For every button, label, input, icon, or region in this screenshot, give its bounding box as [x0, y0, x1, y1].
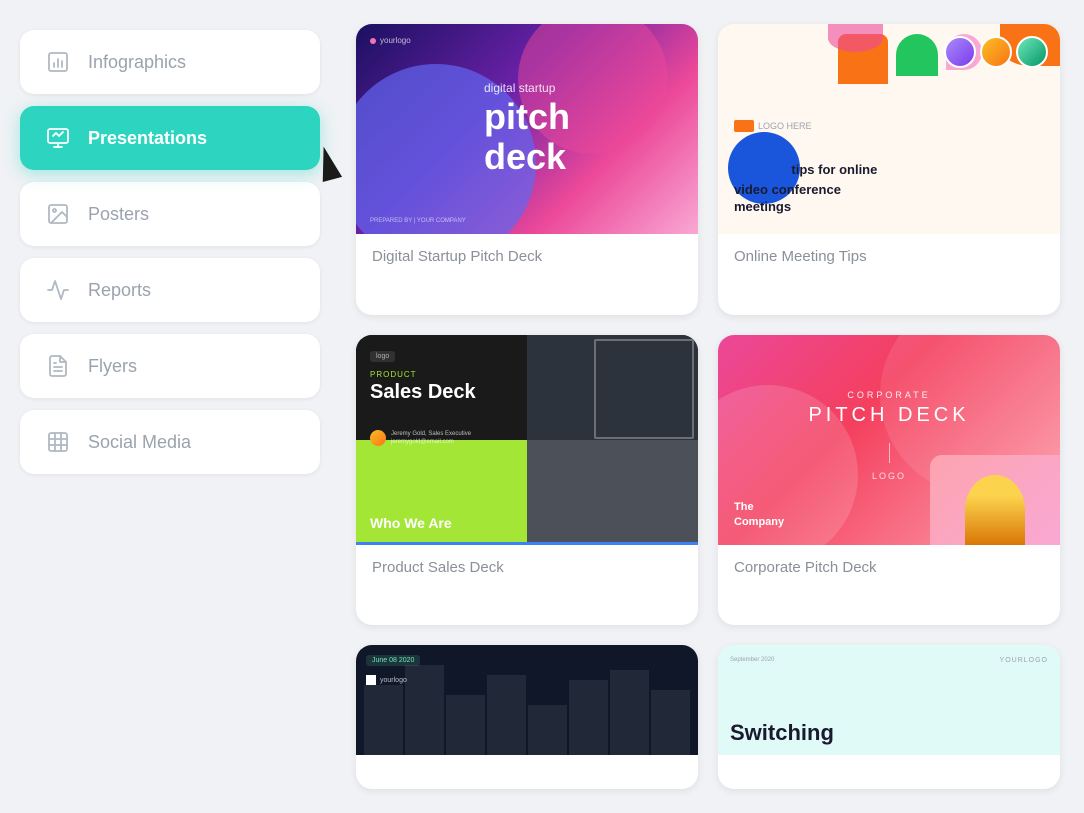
meeting-number-row: 10 tips for online: [734, 138, 877, 182]
avatar-3: [1016, 36, 1048, 68]
avatar-1: [944, 36, 976, 68]
thumbnail-corporate-pitch: CORPORATE PITCH DECK LOGO The Company: [718, 335, 1060, 545]
sidebar-item-posters[interactable]: Posters: [20, 182, 320, 246]
corp-company: The Company: [734, 500, 784, 531]
meeting-logo: LOGO HERE: [734, 120, 877, 132]
avatar-2: [980, 36, 1012, 68]
startup-pitch-text: digital startup pitch deck: [464, 82, 590, 176]
reports-label: Reports: [88, 280, 151, 301]
startup-prepared: PREPARED BY | YOUR COMPANY: [370, 218, 466, 224]
posters-icon: [44, 200, 72, 228]
template-card-building[interactable]: June 08 2020 yourlogo: [356, 645, 698, 789]
template-card-switching[interactable]: September 2020 YOURLOGO Switching: [718, 645, 1060, 789]
posters-label: Posters: [88, 204, 149, 225]
online-meeting-label: Online Meeting Tips: [718, 234, 1060, 281]
flyers-icon: [44, 352, 72, 380]
thumbnail-building: June 08 2020 yourlogo: [356, 645, 698, 755]
switching-logo: YOURLOGO: [1000, 657, 1048, 664]
meeting-avatars: [944, 36, 1048, 68]
flyers-label: Flyers: [88, 356, 137, 377]
sales-who-we-are: Who We Are: [370, 515, 452, 531]
sidebar-item-flyers[interactable]: Flyers: [20, 334, 320, 398]
sales-left-content: logo PRODUCT Sales Deck: [370, 345, 476, 403]
thumbnail-digital-startup: yourlogo digital startup pitch deck PREP…: [356, 24, 698, 234]
sidebar: Infographics Presentations Posters: [0, 0, 340, 813]
template-grid: yourlogo digital startup pitch deck PREP…: [340, 0, 1084, 813]
thumbnail-product-sales: logo PRODUCT Sales Deck Jeremy Gold, Sal…: [356, 335, 698, 545]
buildings-graphic: [356, 665, 698, 755]
corporate-pitch-label: Corporate Pitch Deck: [718, 545, 1060, 592]
sidebar-item-social-media[interactable]: Social Media: [20, 410, 320, 474]
sales-person: Jeremy Gold, Sales Executive jeremygold@…: [370, 430, 471, 447]
presentations-label: Presentations: [88, 128, 207, 149]
reports-icon: [44, 276, 72, 304]
switching-title: Switching: [730, 721, 834, 745]
social-media-label: Social Media: [88, 432, 191, 453]
template-card-digital-startup[interactable]: yourlogo digital startup pitch deck PREP…: [356, 24, 698, 315]
thumbnail-switching: September 2020 YOURLOGO Switching: [718, 645, 1060, 755]
digital-startup-label: Digital Startup Pitch Deck: [356, 234, 698, 281]
infographics-icon: [44, 48, 72, 76]
presentations-icon: [44, 124, 72, 152]
template-card-online-meeting[interactable]: LOGO HERE 10 tips for online video confe…: [718, 24, 1060, 315]
corp-photo: [930, 455, 1060, 545]
thumbnail-online-meeting: LOGO HERE 10 tips for online video confe…: [718, 24, 1060, 234]
sidebar-item-presentations[interactable]: Presentations: [20, 106, 320, 170]
infographics-label: Infographics: [88, 52, 186, 73]
template-card-product-sales[interactable]: logo PRODUCT Sales Deck Jeremy Gold, Sal…: [356, 335, 698, 626]
sidebar-item-infographics[interactable]: Infographics: [20, 30, 320, 94]
product-sales-label: Product Sales Deck: [356, 545, 698, 592]
social-media-icon: [44, 428, 72, 456]
meeting-content: LOGO HERE 10 tips for online video confe…: [734, 120, 877, 216]
template-card-corporate-pitch[interactable]: CORPORATE PITCH DECK LOGO The Company Co…: [718, 335, 1060, 626]
startup-logo: yourlogo: [370, 36, 411, 45]
sidebar-item-reports[interactable]: Reports: [20, 258, 320, 322]
